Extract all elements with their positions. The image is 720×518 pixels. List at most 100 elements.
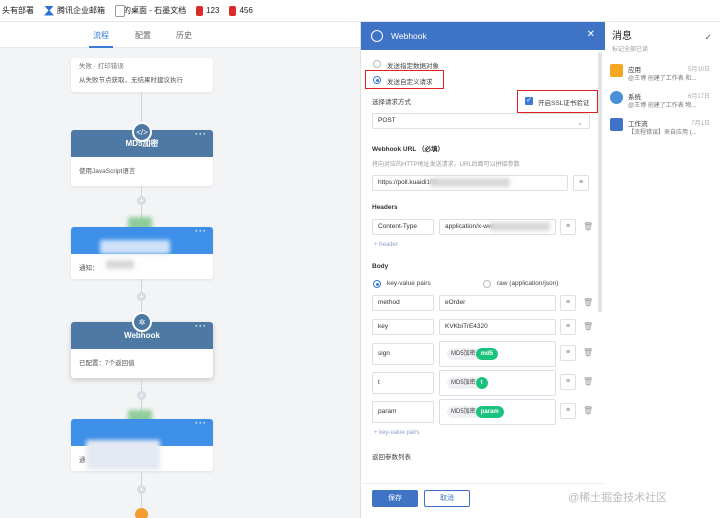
url-hint: 将向对应的HTTP地址发送请求，URL后面可以拼接参数 [372, 162, 520, 168]
red-bookmark-icon [229, 5, 237, 16]
flow-tabs: 流程 配置 历史 [0, 22, 360, 48]
trash-icon[interactable]: 🗑 [583, 406, 593, 416]
trash-icon[interactable]: 🗑 [583, 298, 593, 308]
pin-icon[interactable]: ✓ [704, 32, 712, 43]
bookmark-1[interactable]: 头有部署 [2, 5, 34, 16]
url-label: Webhook URL （必填） [372, 146, 444, 153]
message-item[interactable]: 应用 5月10日 @王博 创建了工作表 和... [610, 64, 718, 90]
bookmark-label: 我的桌面 - 石墨文档 [115, 6, 187, 15]
more-icon[interactable]: ··· [195, 313, 207, 340]
add-key-value-link[interactable]: + key-value pairs [374, 430, 420, 436]
message-date: 6月17日 [687, 94, 710, 100]
message-date: 7月1日 [691, 121, 710, 127]
body-key-input[interactable]: param [372, 401, 434, 423]
body-key-input[interactable]: t [372, 372, 434, 394]
trash-icon[interactable]: 🗑 [583, 322, 593, 332]
body-label: Body [372, 263, 389, 270]
url-value: https://poll.kuaidi100 [378, 179, 438, 186]
add-node-button[interactable]: + [137, 196, 146, 205]
tab-config[interactable]: 配置 [135, 30, 151, 41]
node-desc: 使用JavaScript语言 [79, 168, 136, 175]
message-item[interactable]: 工作流 7月1日 【流程错误】来自应用 (... [610, 118, 718, 144]
trash-icon[interactable]: 🗑 [583, 348, 593, 358]
header-key-input[interactable]: Content-Type [372, 219, 434, 235]
save-button[interactable]: 保存 [372, 490, 418, 507]
bookmark-label: 123 [206, 6, 220, 15]
close-icon[interactable]: ✕ [587, 29, 595, 40]
chevron-down-icon: ⌄ [577, 120, 583, 127]
blurred-region [106, 260, 134, 269]
field-chip[interactable]: MD5加密 param [447, 406, 504, 418]
radio-key-value[interactable] [373, 280, 381, 288]
trash-icon[interactable]: 🗑 [583, 377, 593, 387]
drawer-footer-divider [360, 483, 604, 484]
return-params-label: 返回参数列表 [372, 454, 411, 461]
watermark: @稀土掘金技术社区 [568, 492, 668, 504]
body-value-input[interactable]: eOrder [439, 295, 556, 311]
end-node-icon[interactable] [135, 508, 148, 518]
node-desc: 通 [79, 457, 86, 464]
radio-raw-json[interactable] [483, 280, 491, 288]
body-key-input[interactable]: key [372, 319, 434, 335]
tab-history[interactable]: 历史 [176, 30, 192, 41]
node-desc: 通知： [79, 265, 99, 272]
bookmark-456[interactable]: 456 [229, 5, 253, 16]
app-root: 头有部署 腾讯企业邮箱 我的桌面 - 石墨文档 123 456 流程 配置 历史… [0, 0, 720, 518]
insert-field-icon[interactable]: ≡ [560, 403, 576, 419]
message-text: @王博 创建了工作表 物... [628, 103, 697, 109]
cancel-button[interactable]: 取消 [424, 490, 470, 507]
add-header-link[interactable]: + header [374, 242, 398, 248]
more-icon[interactable]: ··· [195, 218, 207, 245]
annotation-box [517, 90, 598, 113]
scrollbar[interactable] [598, 52, 602, 312]
insert-field-icon[interactable]: ≡ [560, 219, 576, 235]
flow-node-error[interactable]: 失败 · 打印错误 从失败节点获取，无结果时建议执行 [71, 58, 213, 92]
trash-icon[interactable]: 🗑 [583, 222, 593, 232]
body-value: eOrder [445, 299, 466, 306]
body-value-input[interactable]: KVKbiTrE4320 [439, 319, 556, 335]
bookmark-tencent-mail[interactable]: 腾讯企业邮箱 [44, 5, 105, 16]
messages-panel: 消息 标记全部已读 ✓ 应用 5月10日 @王博 创建了工作表 和... 系统 … [603, 22, 720, 518]
message-text: 【流程错误】来自应用 (... [628, 130, 697, 136]
webhook-icon [371, 30, 383, 42]
bookmark-label: 头有部署 [2, 6, 34, 15]
radio-data-object[interactable] [373, 60, 381, 68]
bookmark-123[interactable]: 123 [196, 5, 220, 16]
insert-field-icon[interactable]: ≡ [560, 345, 576, 361]
radio-data-object-label: 发送指定数据对象 [387, 63, 439, 70]
mark-all-read-link[interactable]: 标记全部已读 [612, 44, 648, 53]
messages-title: 消息 [612, 31, 632, 42]
message-date: 5月10日 [687, 67, 710, 73]
node-desc: 已配置：7个返回值 [79, 360, 135, 367]
annotation-box [365, 70, 444, 89]
add-node-button[interactable]: + [137, 391, 146, 400]
message-item[interactable]: 系统 6月17日 @王博 创建了工作表 物... [610, 91, 718, 117]
insert-field-icon[interactable]: ≡ [573, 175, 589, 191]
body-key: t [378, 379, 380, 386]
blurred-region [100, 240, 170, 254]
more-icon[interactable]: ··· [195, 410, 207, 437]
shimo-icon [115, 4, 125, 17]
message-text: @王博 创建了工作表 和... [628, 76, 697, 82]
active-tab-indicator [89, 46, 113, 48]
code-icon: </> [132, 122, 152, 142]
insert-field-icon[interactable]: ≡ [560, 374, 576, 390]
insert-field-icon[interactable]: ≡ [560, 295, 576, 311]
bookmark-shimo[interactable]: 我的桌面 - 石墨文档 [115, 4, 187, 17]
insert-field-icon[interactable]: ≡ [560, 319, 576, 335]
body-key: sign [378, 350, 390, 357]
body-key: param [378, 408, 397, 415]
radio-key-value-label: key-value pairs [387, 280, 431, 287]
field-chip[interactable]: MD5加密 md5 [447, 348, 499, 360]
method-select[interactable]: POST ⌄ [372, 113, 590, 129]
add-node-button[interactable]: + [137, 292, 146, 301]
tencent-mail-icon [44, 5, 54, 16]
body-key-input[interactable]: sign [372, 343, 434, 365]
body-key-input[interactable]: method [372, 295, 434, 311]
add-node-button[interactable]: + [137, 485, 146, 494]
more-icon[interactable]: ··· [195, 121, 207, 148]
bell-icon [610, 91, 623, 104]
tab-flow[interactable]: 流程 [93, 30, 109, 41]
field-chip[interactable]: MD5加密 t [447, 377, 488, 389]
flow-canvas[interactable]: 流程 配置 历史 失败 · 打印错误 从失败节点获取，无结果时建议执行 </> … [0, 22, 360, 518]
